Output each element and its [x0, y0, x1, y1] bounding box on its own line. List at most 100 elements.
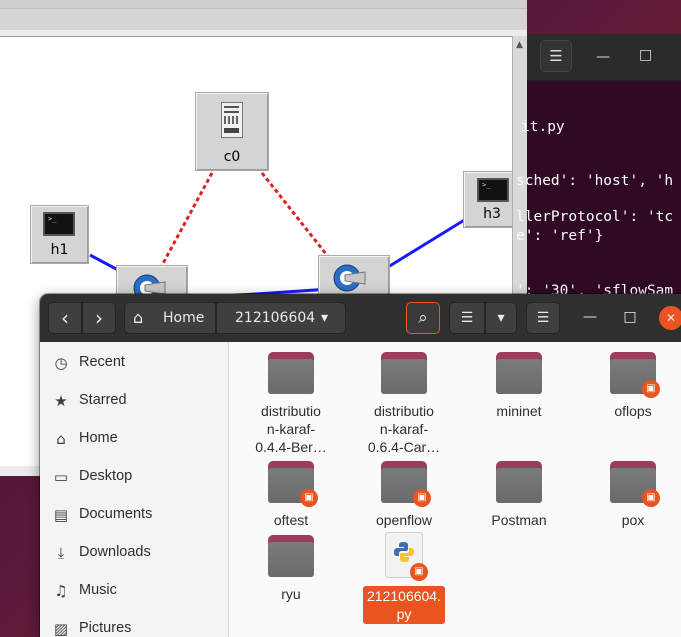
item-name: pox [621, 512, 645, 528]
folder-icon: ▣ [268, 461, 318, 507]
minimize-button[interactable]: — [576, 302, 604, 334]
item-name: ryu [281, 586, 301, 602]
folder-item[interactable]: distributio n-karaf- 0.6.4-Car… [354, 352, 454, 456]
python-file-icon: ▣ [385, 532, 428, 581]
terminal-minimize-button[interactable]: — [596, 49, 610, 65]
lock-icon: ▣ [642, 380, 660, 398]
folder-item[interactable]: Postman [469, 461, 569, 529]
server-icon [221, 102, 243, 138]
back-button[interactable]: ‹ [48, 302, 82, 334]
link-c0-s1[interactable] [158, 172, 214, 270]
switch-icon [333, 264, 366, 292]
folder-item[interactable]: ryu [241, 535, 341, 603]
link-s2-h3[interactable] [387, 217, 467, 269]
lock-icon: ▣ [300, 489, 318, 507]
python-file-item[interactable]: ▣ 212106604. py [354, 532, 454, 624]
downloads-icon: ⤓ [57, 544, 65, 562]
close-button[interactable]: ✕ [659, 306, 681, 330]
item-name: distributio n-karaf- 0.4.4-Ber… [255, 403, 327, 455]
sidebar-item-documents[interactable]: ▤ Documents [40, 496, 228, 534]
terminal-icon: >_ [477, 178, 509, 202]
folder-icon: ▣ [381, 461, 431, 507]
item-name: Postman [491, 512, 547, 528]
search-icon: ⌕ [418, 308, 428, 328]
scroll-up-arrow-icon[interactable]: ▲ [516, 40, 523, 50]
terminal-output-line: sched': 'host', 'h [516, 173, 674, 189]
terminal-icon: >_ [43, 212, 75, 236]
node-label-h1: h1 [50, 242, 69, 258]
folder-item[interactable]: mininet [469, 352, 569, 420]
python-logo-icon [394, 542, 414, 562]
path-home-button[interactable]: ⌂ Home [124, 302, 216, 334]
folder-icon: ▣ [610, 461, 660, 507]
sidebar-item-starred[interactable]: ★ Starred [40, 382, 228, 420]
folder-icon [496, 352, 542, 394]
folder-icon [381, 352, 427, 394]
lock-icon: ▣ [410, 563, 428, 581]
sidebar-item-label: Desktop [79, 468, 133, 484]
mininet-window-top-edge [0, 0, 527, 9]
folder-icon [496, 461, 542, 503]
files-window: ‹ › ⌂ Home 212106604 ▾ ⌕ ☰ ▾ ☰ — □ ✕ ◷ R… [40, 294, 681, 637]
folder-icon [268, 535, 314, 577]
star-icon: ★ [54, 392, 68, 410]
home-icon: ⌂ [56, 430, 66, 448]
lock-icon: ▣ [642, 489, 660, 507]
sidebar-item-label: Downloads [79, 544, 151, 560]
file-icon-grid: distributio n-karaf- 0.4.4-Ber… distribu… [229, 342, 681, 637]
item-name: 212106604. py [354, 586, 454, 624]
files-headerbar: ‹ › ⌂ Home 212106604 ▾ ⌕ ☰ ▾ ☰ — □ ✕ [40, 294, 681, 343]
sidebar-item-downloads[interactable]: ⤓ Downloads [40, 534, 228, 572]
controller-node-c0[interactable]: c0 [195, 92, 269, 171]
folder-icon [268, 352, 314, 394]
link-c0-s2[interactable] [260, 172, 332, 260]
pictures-icon: ▨ [53, 620, 69, 637]
chevron-down-icon[interactable]: ▾ [321, 303, 328, 333]
selected-item-name: 212106604. py [363, 586, 445, 624]
close-icon: ✕ [665, 311, 677, 325]
sidebar-item-home[interactable]: ⌂ Home [40, 420, 228, 458]
sidebar-item-desktop[interactable]: ▭ Desktop [40, 458, 228, 496]
sidebar-item-label: Music [79, 582, 117, 598]
search-button[interactable]: ⌕ [406, 302, 440, 334]
terminal-menu-button[interactable]: ☰ [540, 40, 572, 72]
desktop-icon: ▭ [53, 468, 69, 486]
terminal-maximize-button[interactable]: □ [639, 47, 652, 63]
sidebar-item-recent[interactable]: ◷ Recent [40, 344, 228, 382]
host-node-h1[interactable]: >_ h1 [30, 205, 89, 264]
maximize-button[interactable]: □ [616, 302, 644, 334]
folder-item[interactable]: ▣ oftest [241, 461, 341, 529]
forward-button[interactable]: › [82, 302, 116, 334]
lock-icon: ▣ [413, 489, 431, 507]
clock-icon: ◷ [54, 354, 68, 372]
item-name: oflops [614, 403, 652, 419]
folder-icon: ▣ [610, 352, 660, 398]
node-label-c0: c0 [223, 149, 241, 165]
list-view-button[interactable]: ☰ [449, 302, 485, 334]
sidebar-item-pictures[interactable]: ▨ Pictures [40, 610, 228, 637]
folder-item[interactable]: ▣ oflops [583, 352, 681, 420]
item-name: distributio n-karaf- 0.6.4-Car… [367, 403, 441, 455]
folder-item[interactable]: ▣ pox [583, 461, 681, 529]
terminal-output-line: e': 'ref'} [516, 228, 604, 244]
documents-icon: ▤ [53, 506, 69, 524]
path-current-button[interactable]: 212106604 ▾ [216, 302, 346, 334]
sidebar-item-label: Documents [79, 506, 153, 522]
item-name: openflow [375, 512, 433, 528]
folder-item[interactable]: distributio n-karaf- 0.4.4-Ber… [241, 352, 341, 456]
terminal-output-line: llerProtocol': 'tc [516, 209, 674, 225]
music-icon: ♫ [54, 582, 68, 600]
sidebar-item-label: Home [79, 430, 118, 446]
path-home-label: Home [163, 310, 205, 326]
view-options-button[interactable]: ▾ [485, 302, 517, 334]
sidebar-item-label: Recent [79, 354, 125, 370]
folder-item[interactable]: ▣ openflow [354, 461, 454, 529]
sidebar-item-label: Pictures [79, 620, 132, 636]
sidebar-item-music[interactable]: ♫ Music [40, 572, 228, 610]
item-name: mininet [496, 403, 542, 419]
places-sidebar: ◷ Recent ★ Starred ⌂ Home ▭ Desktop ▤ Do… [40, 342, 229, 637]
item-name: oftest [273, 512, 309, 528]
path-current-label: 212106604 [235, 310, 316, 326]
main-menu-button[interactable]: ☰ [526, 302, 560, 334]
home-icon: ⌂ [133, 308, 144, 327]
